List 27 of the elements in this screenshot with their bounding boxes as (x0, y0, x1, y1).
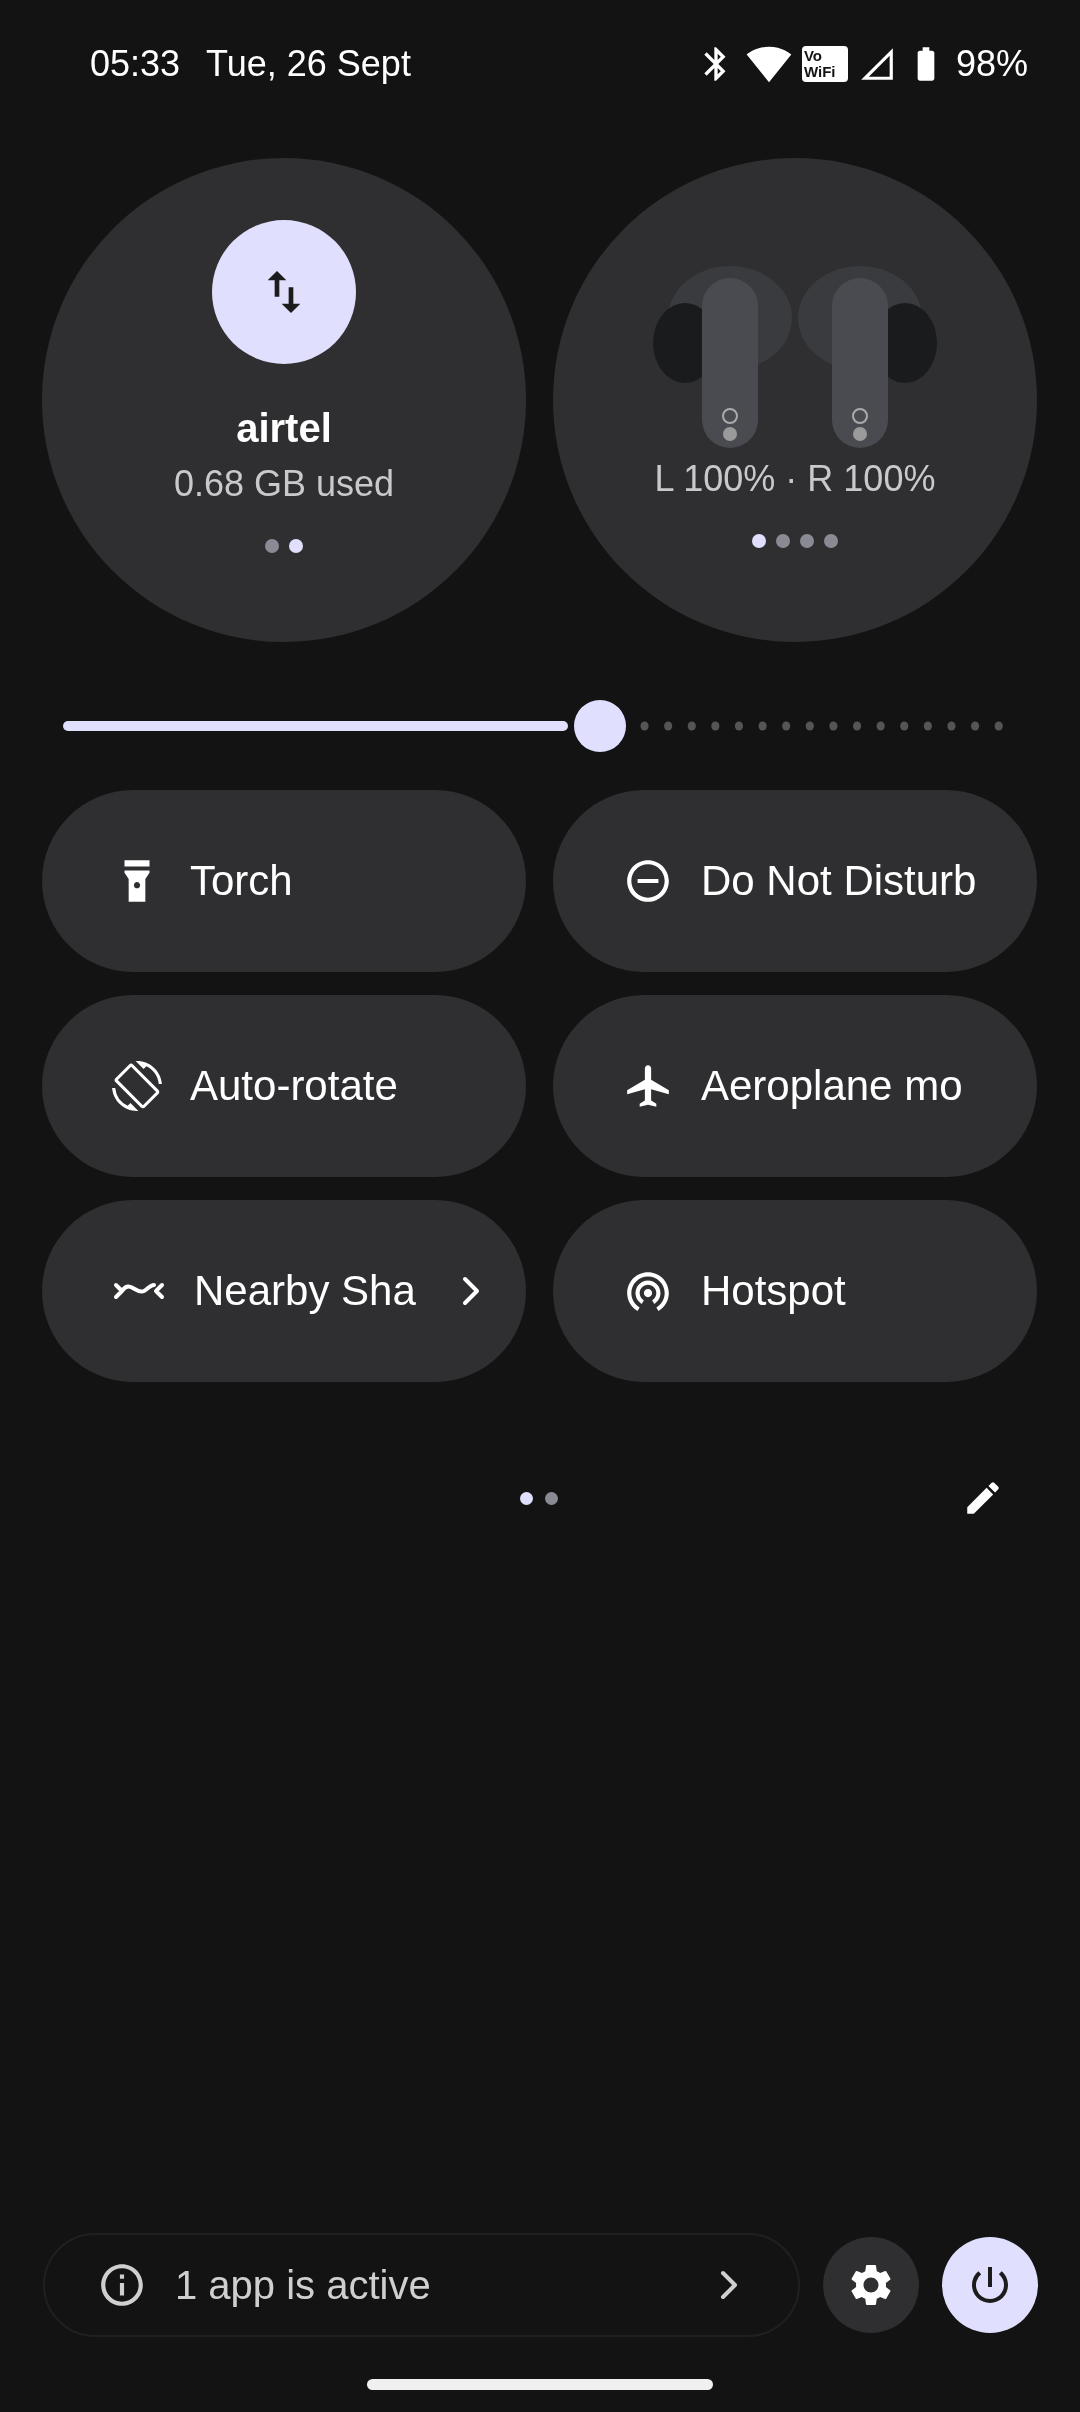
active-apps-button[interactable]: 1 app is active (43, 2233, 800, 2337)
battery-percent: 98% (955, 43, 1028, 85)
data-usage: 0.68 GB used (173, 463, 395, 505)
chevron-icon (720, 2270, 738, 2300)
tile-label: Aeroplane mo (701, 1062, 964, 1110)
vowifi-badge: Vo WiFi (801, 46, 848, 82)
date: Tue, 26 Sept (206, 43, 411, 85)
clock: 05:33 (90, 43, 181, 85)
tile-label: Nearby Sha (194, 1267, 417, 1315)
tile-label: Do Not Disturb (701, 857, 978, 905)
carrier-name: airtel (236, 406, 332, 451)
quick-setting-tile[interactable]: Torch (42, 790, 526, 972)
tile-label: Hotspot (701, 1267, 847, 1315)
quick-setting-tile[interactable]: Aeroplane mo (553, 995, 1037, 1177)
rotate-icon (112, 1061, 162, 1111)
quick-setting-tile[interactable]: Do Not Disturb (553, 790, 1037, 972)
quick-setting-tile[interactable]: Hotspot (553, 1200, 1037, 1382)
earbuds-tile[interactable]: L 100% · R 100% (553, 158, 1037, 642)
tile-label: Torch (190, 857, 294, 905)
battery-levels: L 100% · R 100% (654, 458, 936, 500)
tile-label: Auto-rotate (190, 1062, 399, 1110)
quick-setting-tile[interactable]: Nearby Sha (42, 1200, 526, 1382)
nearby-share-icon (112, 1281, 166, 1301)
slider-thumb[interactable] (573, 700, 626, 752)
active-apps-text: 1 app is active (175, 2262, 432, 2308)
quick-setting-tile[interactable]: Auto-rotate (42, 995, 526, 1177)
mobile-data-tile[interactable]: airtel 0.68 GB used (42, 158, 526, 642)
